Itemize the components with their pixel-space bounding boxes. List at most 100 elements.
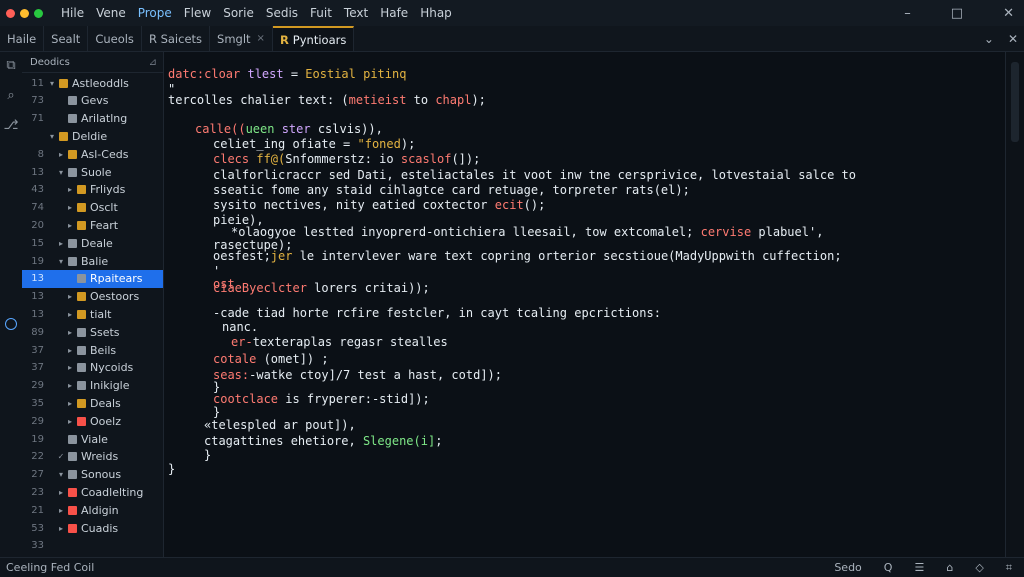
- menu-item[interactable]: Text: [344, 6, 368, 20]
- tree-item[interactable]: 73 Gevs: [22, 92, 163, 110]
- code-line[interactable]: ctagattines ehetiore, Slegene(i];: [204, 434, 442, 448]
- code-line[interactable]: seas:-watke ctoy]/7 test a hast, cotd]);: [213, 368, 502, 382]
- chevron-icon[interactable]: ▾: [56, 257, 66, 266]
- code-line[interactable]: nanc.: [222, 320, 258, 334]
- chevron-icon[interactable]: ▸: [56, 524, 66, 533]
- menu-item[interactable]: Hile: [61, 6, 84, 20]
- tree-item[interactable]: 71 Arilatlng: [22, 110, 163, 128]
- status-grid-icon[interactable]: ⌗: [1006, 561, 1012, 575]
- editor-scrollbar[interactable]: [1005, 52, 1024, 557]
- chevron-icon[interactable]: ▸: [65, 328, 75, 337]
- tab-close-icon[interactable]: ×: [257, 33, 265, 44]
- tree-item[interactable]: 15 ▸ Deale: [22, 234, 163, 252]
- tree-item[interactable]: 22 ✓ Wreids: [22, 448, 163, 466]
- tree-item[interactable]: 35 ▸ Deals: [22, 394, 163, 412]
- tree-item[interactable]: 20 ▸ Feart: [22, 216, 163, 234]
- code-line[interactable]: datc:cloar tlest = Eostial pitinq: [168, 67, 406, 81]
- code-line[interactable]: clalforlicraccr sed Dati, esteliactales …: [213, 168, 856, 182]
- tab-5[interactable]: R Pyntioars: [272, 26, 355, 51]
- code-line[interactable]: cotale (omet]) ;: [213, 352, 329, 366]
- code-line[interactable]: ciaeByeclcter lorers critai));: [213, 281, 430, 295]
- tree-item[interactable]: ▾ Deldie: [22, 127, 163, 145]
- tree-item[interactable]: 53 ▸ Cuadis: [22, 519, 163, 537]
- chevron-icon[interactable]: ✓: [56, 452, 66, 461]
- run-icon[interactable]: [5, 318, 17, 330]
- tab-0[interactable]: Haile: [0, 26, 45, 51]
- tree-item[interactable]: 33: [22, 537, 163, 555]
- chevron-icon[interactable]: ▸: [65, 417, 75, 426]
- close-dot[interactable]: [6, 8, 15, 18]
- menu-item[interactable]: Sedis: [266, 6, 298, 20]
- tree-item[interactable]: 13 ▸ Oestoors: [22, 288, 163, 306]
- chevron-icon[interactable]: ▸: [56, 239, 66, 248]
- tree-item[interactable]: 29 ▸ Ooelz: [22, 412, 163, 430]
- chevron-icon[interactable]: ▸: [56, 150, 66, 159]
- menu-item[interactable]: Hhap: [420, 6, 452, 20]
- code-line[interactable]: celiet_ing ofiate = "foned);: [213, 137, 415, 151]
- tab-1[interactable]: Sealt: [44, 26, 89, 51]
- tree-item[interactable]: 8 ▸ Asl-Ceds: [22, 145, 163, 163]
- chevron-icon[interactable]: ▾: [47, 79, 57, 88]
- menu-item[interactable]: Hafe: [380, 6, 408, 20]
- code-line[interactable]: oesfest;jer le intervlever ware text cop…: [213, 249, 842, 263]
- code-line[interactable]: }: [168, 462, 175, 476]
- code-line[interactable]: }: [204, 448, 211, 462]
- files-icon[interactable]: ⧉: [3, 58, 19, 74]
- collapse-icon[interactable]: ⊿: [149, 57, 157, 68]
- tree-item[interactable]: 13 ▸ tialt: [22, 305, 163, 323]
- scrollbar-thumb[interactable]: [1011, 62, 1019, 142]
- code-line[interactable]: ': [213, 264, 220, 278]
- code-line[interactable]: cootclace is fryperer:-stid]);: [213, 392, 430, 406]
- tree-item[interactable]: 74 ▸ Osclt: [22, 199, 163, 217]
- tab-dropdown-icon[interactable]: ⌄: [984, 32, 994, 46]
- tree-item[interactable]: 37 ▸ Beils: [22, 341, 163, 359]
- status-menu-icon[interactable]: ☰: [914, 561, 924, 575]
- code-line[interactable]: calle((ueen ster cslvis)),: [195, 122, 383, 136]
- minimize-dot[interactable]: [20, 8, 29, 18]
- chevron-icon[interactable]: ▸: [65, 363, 75, 372]
- chevron-icon[interactable]: ▸: [65, 399, 75, 408]
- code-editor[interactable]: datc:cloar tlest = Eostial pitinq " tercol…: [164, 52, 1006, 557]
- code-line[interactable]: }: [213, 405, 220, 419]
- tree-item[interactable]: 13 ▾ Suole: [22, 163, 163, 181]
- tree-item[interactable]: 21 ▸ Aldigin: [22, 501, 163, 519]
- menu-item[interactable]: Flew: [184, 6, 211, 20]
- code-line[interactable]: *olaogyoe lestted inyoprerd-ontichiera l…: [231, 225, 823, 239]
- chevron-icon[interactable]: ▾: [47, 132, 57, 141]
- tree-item[interactable]: 43 ▸ Frliyds: [22, 181, 163, 199]
- code-line[interactable]: «telespled ar pout]),: [204, 418, 356, 432]
- close-icon[interactable]: ✕: [1003, 6, 1014, 21]
- tree-item[interactable]: 29 ▸ Inikigle: [22, 377, 163, 395]
- chevron-icon[interactable]: ▸: [65, 221, 75, 230]
- chevron-icon[interactable]: ▸: [65, 346, 75, 355]
- tree-item[interactable]: 89 ▸ Ssets: [22, 323, 163, 341]
- chevron-icon[interactable]: ▸: [65, 381, 75, 390]
- menu-item[interactable]: Sorie: [223, 6, 254, 20]
- maximize-dot[interactable]: [34, 8, 43, 18]
- status-search-icon[interactable]: Q: [884, 561, 893, 575]
- code-line[interactable]: sysito nectives, nity eatied coxtector e…: [213, 198, 545, 212]
- chevron-icon[interactable]: ▸: [56, 488, 66, 497]
- tree-item[interactable]: 37 ▸ Nycoids: [22, 359, 163, 377]
- status-home-icon[interactable]: ⌂: [946, 561, 953, 575]
- status-diamond-icon[interactable]: ◇: [975, 561, 983, 575]
- menu-item[interactable]: Vene: [96, 6, 126, 20]
- source-control-icon[interactable]: ⎇: [3, 118, 19, 134]
- tree-item[interactable]: 19 ▾ Balie: [22, 252, 163, 270]
- chevron-icon[interactable]: ▸: [65, 310, 75, 319]
- tab-3[interactable]: R Saicets: [142, 26, 211, 51]
- chevron-icon[interactable]: ▸: [65, 292, 75, 301]
- tab-4[interactable]: Smglt ×: [210, 26, 273, 51]
- chevron-icon[interactable]: ▾: [56, 470, 66, 479]
- code-line[interactable]: clecs ff@(Snfommerstz: io scaslof(]);: [213, 152, 480, 166]
- tree-item[interactable]: 11 ▾ Astleoddls: [22, 74, 163, 92]
- maximize-icon[interactable]: □: [951, 6, 963, 21]
- chevron-icon[interactable]: ▾: [56, 168, 66, 177]
- chevron-icon[interactable]: ▸: [56, 506, 66, 515]
- code-line[interactable]: -cade tiad horte rcfire festcler, in cay…: [213, 306, 661, 320]
- minimize-icon[interactable]: –: [904, 6, 911, 21]
- tree-item[interactable]: 27 ▾ Sonous: [22, 466, 163, 484]
- tab-close-all-icon[interactable]: ✕: [1008, 32, 1018, 46]
- menu-item[interactable]: Fuit: [310, 6, 332, 20]
- tree-item[interactable]: 13 Rpaitears: [22, 269, 163, 288]
